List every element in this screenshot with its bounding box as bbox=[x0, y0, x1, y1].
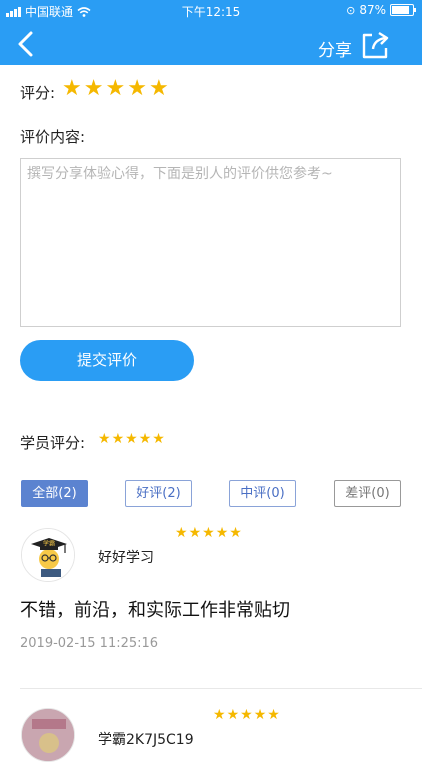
star-icon: ★ bbox=[240, 707, 253, 723]
review-stars: ★ ★ ★ ★ ★ bbox=[175, 525, 242, 541]
rating-label: 评分: bbox=[20, 84, 56, 102]
star-icon[interactable]: ★ bbox=[62, 76, 82, 101]
status-bar: 中国联通 下午12:15 ⊙ 87% bbox=[0, 0, 422, 22]
avatar: 学霸 bbox=[21, 528, 75, 582]
submit-review-button[interactable]: 提交评价 bbox=[20, 340, 194, 381]
battery-icon bbox=[390, 4, 416, 16]
filter-bad-tab[interactable]: 差评(0) bbox=[334, 480, 401, 507]
star-icon: ★ bbox=[175, 525, 188, 541]
back-arrow-icon[interactable] bbox=[14, 30, 38, 58]
rating-stars[interactable]: ★ ★ ★ ★ ★ bbox=[62, 76, 169, 101]
star-icon: ★ bbox=[213, 707, 226, 723]
review-content-placeholder: 撰写分享体验心得，下面是别人的评价供您参考~ bbox=[27, 166, 333, 182]
content-label: 评价内容: bbox=[20, 128, 86, 146]
avatar-badge-text: 学霸 bbox=[43, 540, 55, 548]
student-rating-label: 学员评分: bbox=[20, 434, 86, 452]
filter-good-tab[interactable]: 好评(2) bbox=[125, 480, 192, 507]
star-icon: ★ bbox=[267, 707, 280, 723]
star-icon: ★ bbox=[226, 707, 240, 723]
avatar bbox=[21, 708, 75, 762]
filter-neutral-tab[interactable]: 中评(0) bbox=[229, 480, 296, 507]
reviewer-name: 学霸2K7J5C19 bbox=[98, 732, 194, 748]
star-icon: ★ bbox=[229, 525, 242, 541]
share-icon[interactable] bbox=[360, 30, 390, 60]
star-icon: ★ bbox=[253, 707, 267, 723]
scholar-avatar-icon: 学霸 bbox=[22, 529, 74, 581]
review-date: 2019-02-15 11:25:16 bbox=[20, 636, 159, 651]
star-icon[interactable]: ★ bbox=[84, 76, 104, 101]
star-icon[interactable]: ★ bbox=[105, 76, 125, 101]
star-icon: ★ bbox=[98, 431, 111, 447]
share-label[interactable]: 分享 bbox=[318, 36, 352, 61]
photo-avatar-icon bbox=[22, 709, 74, 761]
star-icon: ★ bbox=[138, 431, 152, 447]
star-icon[interactable]: ★ bbox=[149, 76, 169, 101]
star-icon: ★ bbox=[188, 525, 202, 541]
top-bar: 中国联通 下午12:15 ⊙ 87% 分享 bbox=[0, 0, 422, 65]
reviewer-name: 好好学习 bbox=[98, 550, 154, 566]
star-icon: ★ bbox=[111, 431, 125, 447]
star-icon[interactable]: ★ bbox=[127, 76, 147, 101]
filter-all-tab[interactable]: 全部(2) bbox=[21, 480, 88, 507]
divider bbox=[20, 688, 422, 689]
star-icon: ★ bbox=[125, 431, 138, 447]
review-content-input[interactable]: 撰写分享体验心得，下面是别人的评价供您参考~ bbox=[20, 158, 401, 327]
star-icon: ★ bbox=[215, 525, 229, 541]
review-text: 不错，前沿，和实际工作非常贴切 bbox=[20, 600, 290, 621]
review-stars: ★ ★ ★ ★ ★ bbox=[213, 707, 280, 723]
student-rating-stars: ★ ★ ★ ★ ★ bbox=[98, 431, 165, 447]
orientation-lock-icon: ⊙ bbox=[346, 3, 356, 17]
battery-percent: 87% bbox=[359, 3, 386, 17]
star-icon: ★ bbox=[152, 431, 165, 447]
star-icon: ★ bbox=[202, 525, 215, 541]
